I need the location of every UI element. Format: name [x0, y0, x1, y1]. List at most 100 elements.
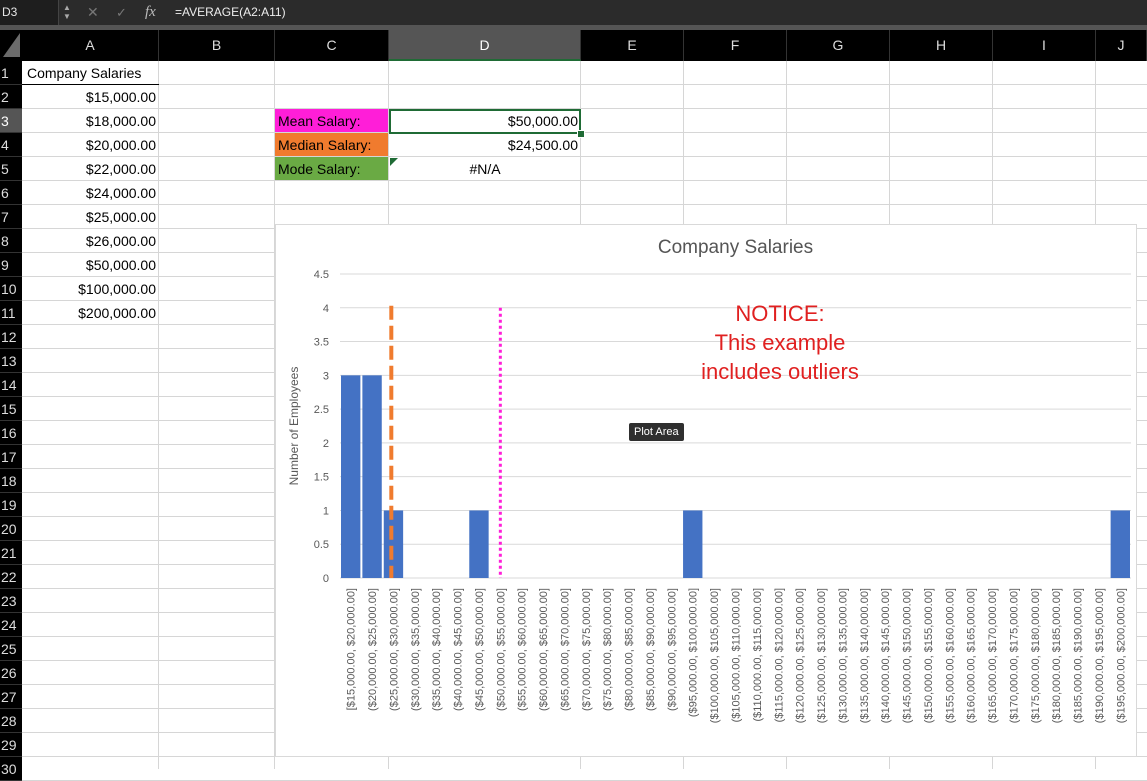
row-header-20[interactable]: 20	[0, 517, 22, 541]
histogram-bar[interactable]	[1110, 510, 1130, 578]
fill-handle[interactable]	[577, 130, 585, 138]
salary-cell[interactable]: $20,000.00	[22, 133, 159, 157]
row-header-18[interactable]: 18	[0, 469, 22, 493]
name-box[interactable]: D3	[0, 0, 59, 25]
row-header-14[interactable]: 14	[0, 373, 22, 397]
row-header-4[interactable]: 4	[0, 133, 22, 157]
row-header-17[interactable]: 17	[0, 445, 22, 469]
x-tick-label: ($45,000.00, $50,000.00]	[474, 588, 486, 711]
stat-label-cell[interactable]: Median Salary:	[275, 133, 388, 156]
y-tick-label: 4.5	[314, 269, 329, 281]
row-header-7[interactable]: 7	[0, 205, 22, 229]
row-header-2[interactable]: 2	[0, 85, 22, 109]
stat-label-cell[interactable]: Mode Salary:	[275, 157, 388, 180]
row-header-22[interactable]: 22	[0, 565, 22, 589]
column-header-i[interactable]: I	[993, 30, 1096, 61]
gridline	[22, 108, 1147, 109]
row-header-27[interactable]: 27	[0, 685, 22, 709]
row-header-29[interactable]: 29	[0, 733, 22, 757]
column-header-h[interactable]: H	[890, 30, 993, 61]
row-header-12[interactable]: 12	[0, 325, 22, 349]
notice-annotation-line: includes outliers	[701, 359, 859, 384]
name-box-stepper-icon[interactable]: ▲ ▼	[62, 3, 72, 21]
row-header-13[interactable]: 13	[0, 349, 22, 373]
select-all-button[interactable]	[0, 30, 22, 61]
row-header-23[interactable]: 23	[0, 589, 22, 613]
x-tick-label: ($175,000.00, $180,000.00]	[1030, 588, 1042, 723]
stat-label-cell[interactable]: Mean Salary:	[275, 109, 388, 132]
column-header-f[interactable]: F	[684, 30, 787, 61]
x-tick-label: ($130,000.00, $135,000.00]	[837, 588, 849, 723]
row-header-26[interactable]: 26	[0, 661, 22, 685]
x-tick-label: [$15,000.00, $20,000.00]	[346, 588, 358, 710]
histogram-chart[interactable]: Company Salaries 0 0.5 1 1.5 2 2.5 3 3.5 4 4.5 Numb…	[276, 225, 1138, 758]
row-header-21[interactable]: 21	[0, 541, 22, 565]
confirm-icon[interactable]: ✓	[116, 0, 127, 25]
column-header-e[interactable]: E	[581, 30, 684, 61]
histogram-bar[interactable]	[362, 375, 382, 578]
error-indicator-icon[interactable]	[390, 158, 398, 166]
salary-cell[interactable]: $26,000.00	[22, 229, 159, 253]
x-tick-label: ($75,000.00, $80,000.00]	[602, 588, 614, 711]
x-tick-label: ($120,000.00, $125,000.00]	[795, 588, 807, 723]
x-tick-label: ($125,000.00, $130,000.00]	[816, 588, 828, 723]
row-header-30[interactable]: 30	[0, 757, 22, 781]
row-header-25[interactable]: 25	[0, 637, 22, 661]
column-header-j[interactable]: J	[1096, 30, 1147, 61]
column-header-g[interactable]: G	[787, 30, 890, 61]
salary-cell[interactable]: $25,000.00	[22, 205, 159, 229]
y-tick-label: 4	[323, 303, 329, 315]
salary-cell[interactable]: $18,000.00	[22, 109, 159, 133]
row-header-1[interactable]: 1	[0, 61, 22, 85]
row-header-16[interactable]: 16	[0, 421, 22, 445]
row-header-10[interactable]: 10	[0, 277, 22, 301]
y-tick-label: 1.5	[314, 472, 329, 484]
row-header-11[interactable]: 11	[0, 301, 22, 325]
row-header-28[interactable]: 28	[0, 709, 22, 733]
y-tick-label: 0.5	[314, 539, 329, 551]
histogram-bar[interactable]	[383, 510, 404, 578]
chart-area[interactable]: Company Salaries 0 0.5 1 1.5 2 2.5 3 3.5 4 4.5 Numb…	[275, 224, 1137, 757]
salary-cell[interactable]: $50,000.00	[22, 253, 159, 277]
x-tick-label: ($155,000.00, $160,000.00]	[944, 588, 956, 723]
histogram-bar[interactable]	[469, 510, 489, 578]
row-header-3[interactable]: 3	[0, 109, 22, 133]
notice-annotation-line: This example	[715, 330, 846, 355]
formula-bar: D3 ▲ ▼ ✕ ✓ fx =AVERAGE(A2:A11)	[0, 0, 1147, 25]
x-tick-label: ($20,000.00, $25,000.00]	[367, 588, 379, 711]
salary-cell[interactable]: $100,000.00	[22, 277, 159, 301]
y-tick-label: 3.5	[314, 337, 329, 349]
salary-column-header[interactable]: Company Salaries	[22, 61, 159, 85]
column-header-b[interactable]: B	[159, 30, 275, 61]
row-header-19[interactable]: 19	[0, 493, 22, 517]
stat-value-cell[interactable]: $24,500.00	[389, 133, 581, 157]
cancel-icon[interactable]: ✕	[87, 0, 99, 25]
insert-function-icon[interactable]: fx	[145, 0, 156, 25]
column-header-a[interactable]: A	[22, 30, 159, 61]
row-header-8[interactable]: 8	[0, 229, 22, 253]
column-header-d[interactable]: D	[389, 30, 581, 61]
row-header-9[interactable]: 9	[0, 253, 22, 277]
salary-cell[interactable]: $200,000.00	[22, 301, 159, 325]
row-header-5[interactable]: 5	[0, 157, 22, 181]
histogram-bar[interactable]	[683, 510, 703, 578]
row-header-6[interactable]: 6	[0, 181, 22, 205]
x-tick-label: ($110,000.00, $115,000.00]	[752, 588, 764, 722]
x-tick-label: ($85,000.00, $90,000.00]	[645, 588, 657, 711]
x-tick-label: ($170,000.00, $175,000.00]	[1008, 588, 1020, 723]
salary-cell[interactable]: $22,000.00	[22, 157, 159, 181]
salary-cell[interactable]: $24,000.00	[22, 181, 159, 205]
x-tick-label: ($25,000.00, $30,000.00]	[388, 588, 400, 711]
formula-input[interactable]: =AVERAGE(A2:A11)	[175, 0, 286, 25]
gridline	[22, 84, 1147, 85]
row-header-24[interactable]: 24	[0, 613, 22, 637]
x-tick-label: ($65,000.00, $70,000.00]	[559, 588, 571, 711]
row-header-15[interactable]: 15	[0, 397, 22, 421]
chart-title: Company Salaries	[658, 237, 813, 258]
select-all-icon	[3, 33, 20, 57]
column-header-c[interactable]: C	[275, 30, 389, 61]
x-tick-label: ($145,000.00, $150,000.00]	[902, 588, 914, 723]
histogram-bar[interactable]	[341, 375, 361, 578]
salary-cell[interactable]: $15,000.00	[22, 85, 159, 109]
stat-value-cell[interactable]: #N/A	[389, 157, 581, 181]
